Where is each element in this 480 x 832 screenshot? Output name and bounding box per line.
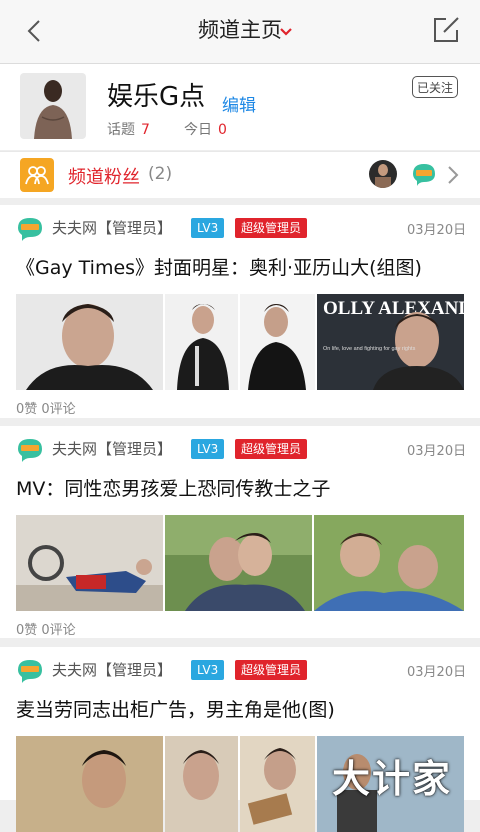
post-thumbnail[interactable] [165,515,312,611]
topics-stat: 话题 7 [107,119,150,139]
site-logo-icon [18,660,42,683]
site-logo-icon [18,218,42,241]
level-badge: LV3 [191,218,225,238]
site-logo-icon [18,439,42,462]
today-stat: 今日 0 [184,119,227,139]
post-card[interactable]: 夫夫网【管理员】 LV3 超级管理员 03月20日 《Gay Times》封面明… [0,205,480,418]
post-thumbnail[interactable] [16,294,163,390]
post-stats: 0赞 0评论 [16,402,76,417]
channel-avatar[interactable] [20,73,86,139]
fans-count: (2) [148,164,173,184]
post-thumbnail[interactable] [240,736,315,832]
post-stats: 0赞 0评论 [16,623,76,638]
post-thumbnails: OLLY ALEXANDER On life, love and fightin… [16,294,464,390]
watermark-text: 大计家 [332,757,453,801]
chevron-down-icon[interactable] [279,27,293,37]
post-thumbnail[interactable] [16,515,163,611]
post-thumbnail[interactable] [16,736,163,832]
channel-fans-row[interactable]: 频道粉丝 (2) [0,151,480,198]
level-badge: LV3 [191,660,225,680]
fan-avatar[interactable] [369,160,397,188]
page-title[interactable]: 频道主页 [0,14,480,44]
post-date: 03月20日 [407,665,467,680]
fan-avatar[interactable] [410,160,438,188]
author-name[interactable]: 夫夫网【管理员】 [52,217,172,238]
users-icon [20,158,54,192]
role-badge: 超级管理员 [235,439,308,459]
author-name[interactable]: 夫夫网【管理员】 [52,438,172,459]
level-badge: LV3 [191,439,225,459]
post-thumbnail[interactable] [240,294,315,390]
top-navigation-bar: 频道主页 [0,0,480,64]
role-badge: 超级管理员 [235,218,308,238]
channel-name: 娱乐G点 [107,82,206,112]
today-label: 今日 [184,122,212,138]
post-thumbnail[interactable]: OLLY ALEXANDER On life, love and fightin… [317,294,464,390]
post-date: 03月20日 [407,223,467,238]
topics-label: 话题 [107,122,135,138]
post-thumbnail[interactable] [165,736,238,832]
post-date: 03月20日 [407,444,467,459]
edit-link[interactable]: 编辑 [222,91,256,116]
post-title[interactable]: 麦当劳同志出柜广告，男主角是他(图) [16,695,335,722]
post-title[interactable]: 《Gay Times》封面明星：奥利·亚历山大(组图) [16,253,422,280]
post-thumbnail[interactable] [165,294,238,390]
magazine-cover-caption: On life, love and fighting for gay right… [323,346,416,352]
post-thumbnails [16,515,464,611]
author-name[interactable]: 夫夫网【管理员】 [52,659,172,680]
channel-header: 娱乐G点 编辑 已关注 话题 7 今日 0 [0,64,480,150]
fans-label: 频道粉丝 [68,167,140,188]
topics-count: 7 [141,122,150,138]
chevron-right-icon [448,166,459,184]
magazine-cover-text: OLLY ALEXANDER [323,298,464,319]
post-card[interactable]: 夫夫网【管理员】 LV3 超级管理员 03月20日 MV：同性恋男孩爱上恐同传教… [0,426,480,638]
post-thumbnail[interactable] [314,515,464,611]
edit-square-icon[interactable] [432,16,460,44]
today-count: 0 [218,122,227,138]
role-badge: 超级管理员 [235,660,308,680]
post-title[interactable]: MV：同性恋男孩爱上恐同传教士之子 [16,474,330,501]
follow-button[interactable]: 已关注 [412,76,458,98]
